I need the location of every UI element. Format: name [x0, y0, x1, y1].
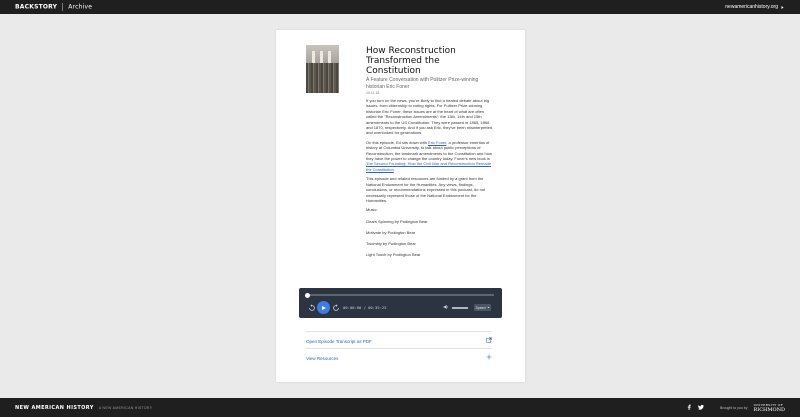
new-american-history-logo[interactable]: NEW AMERICAN HISTORY [15, 405, 94, 411]
progress-handle[interactable] [305, 292, 310, 298]
resources-link[interactable]: View Resources [306, 354, 492, 362]
university-of-richmond-logo[interactable]: UNIVERSITY OF RICHMOND [753, 403, 785, 412]
speed-select[interactable]: Speed [474, 304, 491, 311]
top-bar: BACKSTORY Archive newamericanhistory.org [0, 0, 800, 14]
rewind-15-icon[interactable] [307, 304, 316, 312]
facebook-icon[interactable] [686, 404, 692, 412]
site-link-text: newamericanhistory.org [725, 4, 778, 10]
external-link-icon [486, 337, 492, 345]
brought-by-label: Brought to you by [720, 405, 748, 410]
music-item: Gears Spinning by Podington Bear [366, 218, 428, 224]
music-item: Twombly by Podington Bear [366, 240, 416, 246]
episode-title: How Reconstruction Transformed the Const… [366, 46, 456, 76]
project-label: A NEW AMERICAN HISTORY [98, 405, 153, 410]
speed-label: Speed [475, 305, 486, 310]
twitter-icon[interactable] [698, 404, 704, 412]
audio-player: 00:00:00 / 00:35:23 Speed [299, 288, 502, 318]
episode-image [306, 45, 339, 93]
footer-right: Brought to you by UNIVERSITY OF RICHMOND [686, 403, 785, 412]
episode-subtitle: A Feature Conversation with Pulitzer Pri… [366, 77, 479, 90]
transcript-label: Open Episode Transcript as PDF [306, 338, 372, 344]
episode-card: How Reconstruction Transformed the Const… [276, 30, 525, 382]
arrow-right-icon [781, 5, 784, 9]
music-item: Motivate by Podington Bear [366, 229, 416, 235]
brand-text: BACKSTORY [15, 3, 58, 11]
episode-date: 10.11.19 [366, 91, 380, 95]
playback-time: 00:00:00 / 00:35:23 [343, 305, 387, 310]
footer: NEW AMERICAN HISTORY A NEW AMERICAN HIST… [0, 398, 800, 417]
divider [306, 348, 492, 349]
volume-icon[interactable] [443, 304, 449, 312]
episode-description: If you turn on the news, you're likely t… [366, 98, 494, 263]
progress-bar[interactable] [307, 294, 494, 296]
forward-15-icon[interactable] [331, 304, 340, 312]
description-paragraph: If you turn on the news, you're likely t… [366, 98, 493, 136]
music-label: Music: [366, 207, 378, 213]
site-link[interactable]: newamericanhistory.org [725, 4, 785, 10]
plus-icon [486, 354, 492, 362]
transcript-link[interactable]: Open Episode Transcript as PDF [306, 337, 492, 345]
backstory-logo[interactable]: BACKSTORY Archive [15, 3, 92, 11]
book-link[interactable]: The Second Founding: How the Civil War a… [366, 161, 491, 171]
resources-label: View Resources [306, 355, 339, 361]
description-paragraph: This episode and related resources are f… [366, 176, 486, 203]
chevron-down-icon [486, 306, 490, 309]
eric-foner-link[interactable]: Eric Foner [428, 140, 446, 145]
description-paragraph: On this episode, Ed sits down with Eric … [366, 139, 492, 172]
music-credits: Music: Gears Spinning by Podington Bear … [366, 207, 494, 257]
brand-divider [62, 3, 64, 11]
play-icon [322, 305, 326, 310]
volume-slider[interactable] [452, 307, 468, 309]
play-button[interactable] [317, 301, 330, 314]
music-item: Light Touch by Podington Bear [366, 252, 421, 258]
divider [306, 331, 492, 332]
archive-label: Archive [68, 3, 93, 11]
